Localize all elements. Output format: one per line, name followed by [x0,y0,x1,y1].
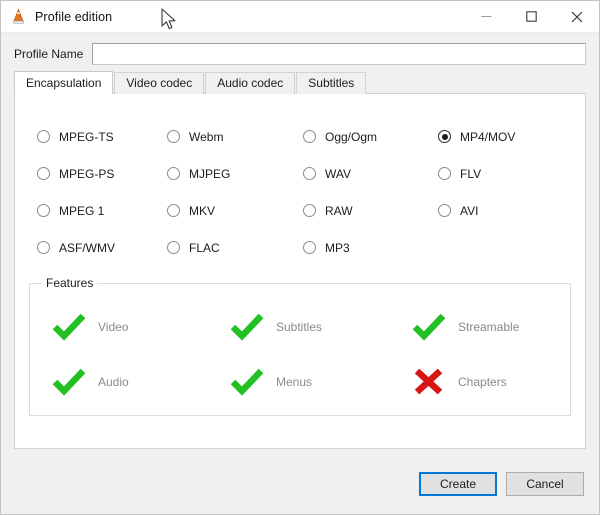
radio-label: MP4/MOV [460,130,515,144]
radio-webm[interactable]: Webm [167,118,230,155]
radio-dot-icon [303,241,316,254]
radio-label: Ogg/Ogm [325,130,377,144]
check-icon [230,367,264,397]
radio-label: WAV [325,167,351,181]
profile-name-input[interactable] [92,43,586,65]
radio-mpeg-ps[interactable]: MPEG-PS [37,155,115,192]
radio-dot-icon [37,167,50,180]
feature-chapters: Chapters [412,367,507,397]
radio-label: MP3 [325,241,350,255]
encapsulation-panel: MPEG-TS MPEG-PS MPEG 1 ASF/WMV [14,93,586,449]
tab-strip: Encapsulation Video codec Audio codec Su… [1,71,599,94]
radio-dot-icon [37,204,50,217]
radio-dot-icon [303,130,316,143]
radio-label: FLAC [189,241,220,255]
check-icon [230,312,264,342]
feature-audio: Audio [52,367,129,397]
radio-label: MJPEG [189,167,230,181]
feature-label: Audio [98,375,129,389]
dialog-button-bar: Create Cancel [1,454,599,514]
maximize-button[interactable] [509,1,554,32]
close-button[interactable] [554,1,599,32]
check-icon [412,312,446,342]
title-bar: Profile edition [1,1,599,33]
profile-name-label: Profile Name [14,47,83,61]
radio-dot-icon [438,130,451,143]
feature-streamable: Streamable [412,312,519,342]
radio-label: RAW [325,204,353,218]
radio-mp4-mov[interactable]: MP4/MOV [438,118,515,155]
radio-ogg-ogm[interactable]: Ogg/Ogm [303,118,377,155]
radio-dot-icon [303,167,316,180]
feature-label: Streamable [458,320,519,334]
feature-label: Subtitles [276,320,322,334]
radio-label: ASF/WMV [59,241,115,255]
radio-mjpeg[interactable]: MJPEG [167,155,230,192]
encapsulation-radio-grid: MPEG-TS MPEG-PS MPEG 1 ASF/WMV [15,94,585,259]
radio-dot-icon [438,167,451,180]
profile-edition-dialog: Profile edition [0,0,600,515]
radio-column-3: Ogg/Ogm WAV RAW MP3 [303,118,377,266]
vlc-cone-icon [10,8,27,25]
window-controls [464,1,599,32]
radio-flv[interactable]: FLV [438,155,515,192]
tab-subtitles[interactable]: Subtitles [296,72,366,94]
features-legend: Features [42,276,97,290]
radio-column-1: MPEG-TS MPEG-PS MPEG 1 ASF/WMV [37,118,115,266]
feature-label: Menus [276,375,312,389]
cross-icon [412,367,446,397]
radio-avi[interactable]: AVI [438,192,515,229]
radio-dot-icon [167,130,180,143]
radio-mpeg-ts[interactable]: MPEG-TS [37,118,115,155]
tab-video-codec[interactable]: Video codec [114,72,204,94]
radio-raw[interactable]: RAW [303,192,377,229]
feature-menus: Menus [230,367,312,397]
tab-encapsulation[interactable]: Encapsulation [14,71,113,94]
window-title: Profile edition [35,10,112,24]
radio-dot-icon [167,204,180,217]
radio-dot-icon [167,167,180,180]
radio-mpeg-1[interactable]: MPEG 1 [37,192,115,229]
radio-dot-icon [167,241,180,254]
radio-label: FLV [460,167,481,181]
radio-dot-icon [303,204,316,217]
radio-label: MPEG-PS [59,167,114,181]
profile-name-row: Profile Name [1,37,599,71]
radio-dot-icon [37,241,50,254]
feature-label: Video [98,320,128,334]
check-icon [52,367,86,397]
radio-label: MPEG 1 [59,204,104,218]
feature-subtitles: Subtitles [230,312,322,342]
radio-column-2: Webm MJPEG MKV FLAC [167,118,230,266]
check-icon [52,312,86,342]
maximize-icon [526,11,537,22]
radio-flac[interactable]: FLAC [167,229,230,266]
radio-wav[interactable]: WAV [303,155,377,192]
radio-dot-icon [37,130,50,143]
radio-column-4: MP4/MOV FLV AVI [438,118,515,229]
minimize-icon [481,11,492,22]
radio-mp3[interactable]: MP3 [303,229,377,266]
radio-label: Webm [189,130,223,144]
minimize-button[interactable] [464,1,509,32]
feature-video: Video [52,312,128,342]
close-icon [571,11,583,23]
radio-asf-wmv[interactable]: ASF/WMV [37,229,115,266]
feature-label: Chapters [458,375,507,389]
radio-mkv[interactable]: MKV [167,192,230,229]
tab-audio-codec[interactable]: Audio codec [205,72,295,94]
radio-label: MPEG-TS [59,130,114,144]
features-group-box: Features Video Subtitles [29,283,571,416]
cancel-button[interactable]: Cancel [506,472,584,496]
radio-dot-icon [438,204,451,217]
create-button[interactable]: Create [419,472,497,496]
radio-label: AVI [460,204,478,218]
radio-label: MKV [189,204,215,218]
